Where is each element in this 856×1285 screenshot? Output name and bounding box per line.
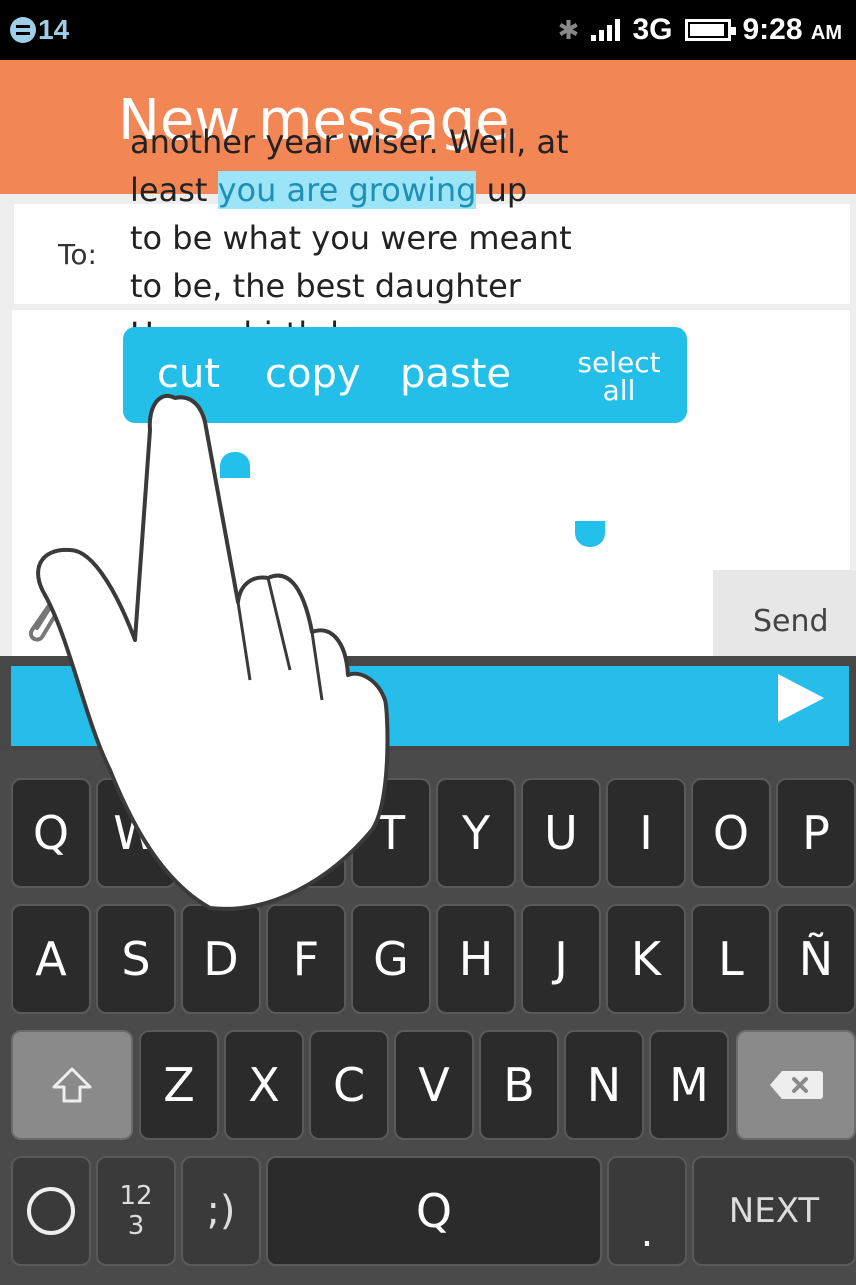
key-n[interactable]: N <box>564 1030 644 1140</box>
suggestion-bar <box>0 656 856 750</box>
numbers-key[interactable]: 12 3 <box>96 1156 176 1266</box>
key-w[interactable]: W <box>96 778 176 888</box>
key-j[interactable]: J <box>521 904 601 1014</box>
clock-ampm: AM <box>810 22 842 44</box>
clock: 9:28 AM <box>743 13 843 47</box>
shift-key[interactable] <box>11 1030 133 1140</box>
send-button[interactable]: Send <box>713 570 856 660</box>
key-e[interactable]: E <box>181 778 261 888</box>
key-s[interactable]: S <box>96 904 176 1014</box>
key-a[interactable]: A <box>11 904 91 1014</box>
message-line: to be, the best daughter <box>130 267 521 305</box>
key-b[interactable]: B <box>479 1030 559 1140</box>
emoji-key[interactable]: ;) <box>181 1156 261 1266</box>
space-key[interactable]: Q <box>266 1156 602 1266</box>
to-label: To: <box>58 238 97 271</box>
notification-icon <box>10 17 36 43</box>
selected-text[interactable]: you are growing <box>217 171 477 209</box>
select-all-button[interactable]: select all <box>569 349 669 405</box>
key-d[interactable]: D <box>181 904 261 1014</box>
key-h[interactable]: H <box>436 904 516 1014</box>
next-key[interactable]: NEXT <box>692 1156 856 1266</box>
message-text[interactable]: another year wiser. Well, at least you a… <box>130 118 690 340</box>
key-t[interactable]: T <box>351 778 431 888</box>
send-label: Send <box>753 604 829 639</box>
message-line: another year wiser. Well, at <box>130 123 569 161</box>
key-x[interactable]: X <box>224 1030 304 1140</box>
key-r[interactable]: R <box>266 778 346 888</box>
shift-icon <box>52 1067 92 1103</box>
key-p[interactable]: P <box>776 778 856 888</box>
keyboard: Q W E R T Y U I O P A S D F G H J K L Ñ … <box>0 750 856 1285</box>
period-key[interactable]: . <box>607 1156 687 1266</box>
key-q[interactable]: Q <box>11 778 91 888</box>
key-o[interactable]: O <box>691 778 771 888</box>
key-f[interactable]: F <box>266 904 346 1014</box>
key-u[interactable]: U <box>521 778 601 888</box>
backspace-key[interactable] <box>736 1030 856 1140</box>
selection-end-handle[interactable] <box>575 521 605 547</box>
key-g[interactable]: G <box>351 904 431 1014</box>
message-line-part: up <box>476 171 528 209</box>
numbers-key-label: 12 3 <box>119 1181 152 1241</box>
paperclip-icon[interactable] <box>22 596 62 646</box>
cut-button[interactable]: cut <box>157 351 220 397</box>
paste-button[interactable]: paste <box>400 351 511 397</box>
numbers-key-line2: 3 <box>127 1211 145 1241</box>
circle-icon <box>27 1187 75 1235</box>
key-i[interactable]: I <box>606 778 686 888</box>
circle-key[interactable] <box>11 1156 91 1266</box>
message-line-part: least <box>130 171 218 209</box>
notification-indicator[interactable]: 14 <box>10 12 69 48</box>
battery-icon <box>684 19 736 41</box>
key-z[interactable]: Z <box>139 1030 219 1140</box>
clock-time: 9:28 <box>742 13 803 46</box>
key-k[interactable]: K <box>606 904 686 1014</box>
signal-icon <box>591 19 621 41</box>
key-l[interactable]: L <box>691 904 771 1014</box>
network-type: 3G <box>632 13 673 46</box>
key-y[interactable]: Y <box>436 778 516 888</box>
key-m[interactable]: M <box>649 1030 729 1140</box>
message-line: least you are growing up <box>130 166 690 214</box>
selection-start-handle[interactable] <box>220 452 250 478</box>
key-n-tilde[interactable]: Ñ <box>776 904 856 1014</box>
copy-button[interactable]: copy <box>265 351 361 397</box>
select-all-label-line2: all <box>602 374 636 407</box>
play-arrow-icon[interactable] <box>778 674 824 722</box>
bluetooth-icon: ✱ <box>557 14 580 45</box>
notification-count: 14 <box>38 14 70 45</box>
key-c[interactable]: C <box>309 1030 389 1140</box>
key-v[interactable]: V <box>394 1030 474 1140</box>
backspace-icon <box>770 1071 823 1099</box>
message-line: to be what you were meant <box>130 219 572 257</box>
numbers-key-line1: 12 <box>119 1181 153 1211</box>
status-bar: 14 ✱ 3G 9:28 AM <box>0 0 856 60</box>
text-context-menu: cut copy paste select all <box>123 327 687 423</box>
suggestion-strip[interactable] <box>11 666 849 746</box>
